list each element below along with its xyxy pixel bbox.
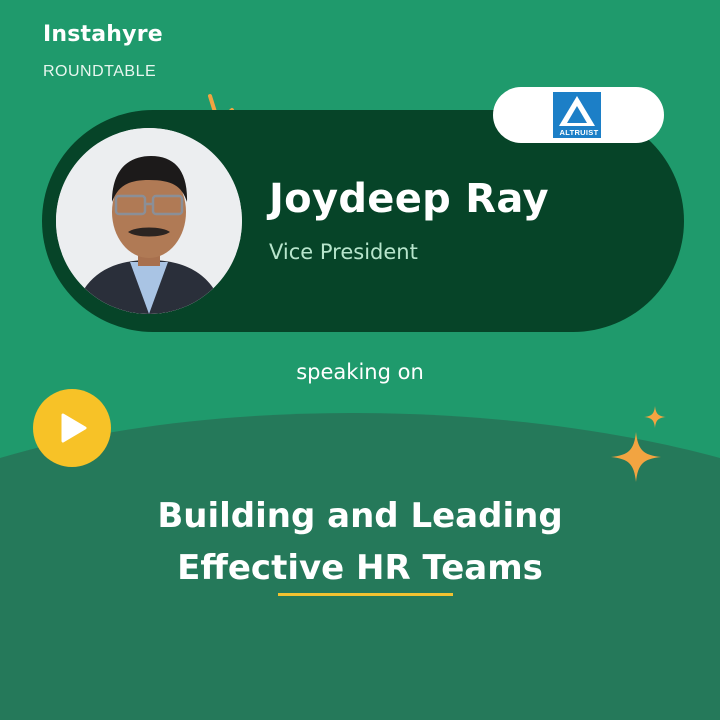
topic-line-1: Building and Leading — [157, 496, 563, 536]
speaker-role: Vice President — [269, 240, 418, 264]
brand-block: Instahyre ROUNDTABLE — [43, 22, 163, 81]
speaker-photo — [56, 128, 242, 314]
play-button[interactable] — [33, 389, 111, 467]
brand-subtitle: ROUNDTABLE — [43, 63, 157, 80]
topic-line-2: Effective HR Teams — [177, 548, 543, 588]
avatar-illustration — [56, 128, 242, 314]
play-icon — [61, 413, 87, 443]
brand-name: Instahyre — [43, 22, 163, 47]
speaking-on-label: speaking on — [296, 360, 424, 384]
speaker-name: Joydeep Ray — [269, 176, 549, 222]
sparkle-icon — [611, 432, 661, 482]
talk-topic: Building and Leading Effective HR Teams — [0, 490, 720, 594]
sparkle-icon — [644, 406, 666, 428]
company-logo-text: ALTRUIST — [559, 128, 599, 137]
topic-underline — [278, 593, 453, 596]
